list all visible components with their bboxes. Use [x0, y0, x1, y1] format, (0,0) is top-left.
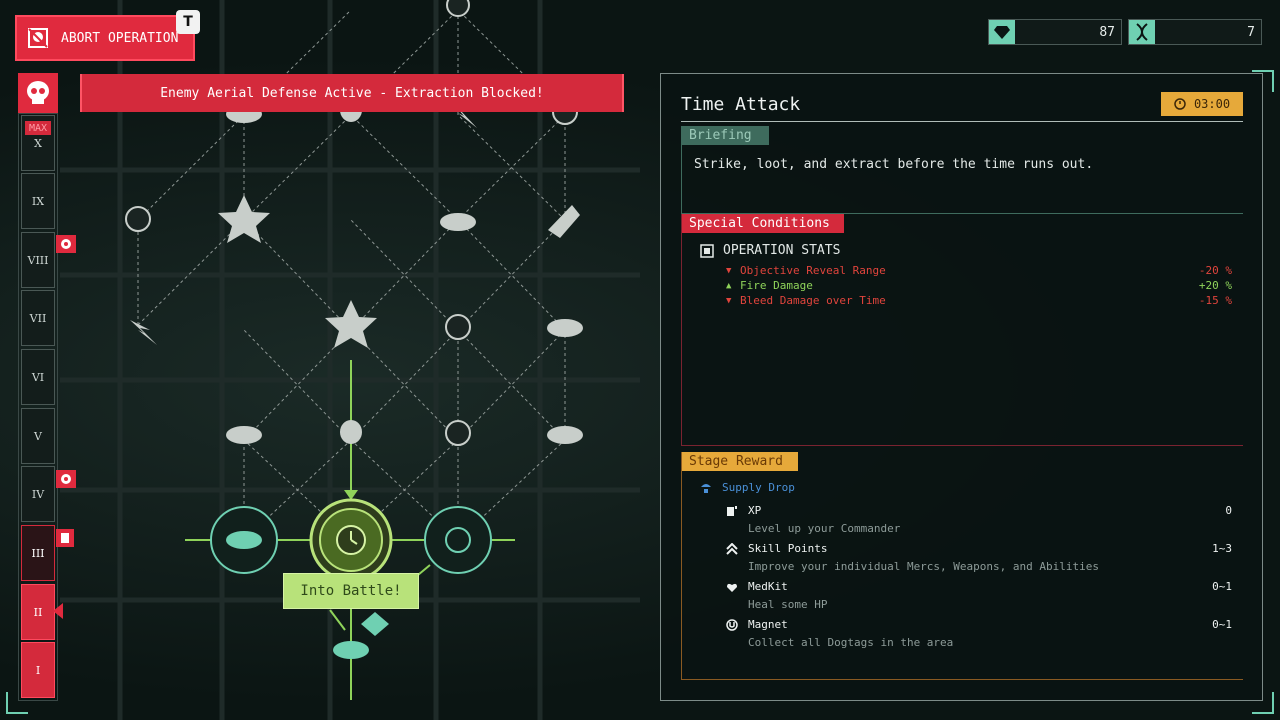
dna-count: 7: [1247, 24, 1255, 40]
reward-value: 0: [1225, 504, 1232, 517]
level-viii[interactable]: VIII: [21, 232, 55, 288]
stat-value: -15 %: [1198, 294, 1232, 307]
level-iv[interactable]: IV: [21, 466, 55, 522]
briefing-section: Briefing Strike, loot, and extract befor…: [681, 126, 1243, 214]
briefing-tag: Briefing: [682, 126, 769, 145]
abort-hotkey-badge: T: [176, 10, 200, 34]
stage-reward-section: Stage Reward Supply Drop XP 0 Level up y…: [681, 452, 1243, 680]
stage-reward-tag: Stage Reward: [682, 452, 798, 471]
reward-name: Magnet: [748, 618, 788, 631]
reward-value: 1~3: [1212, 542, 1232, 555]
reward-name: MedKit: [748, 580, 788, 593]
boss-marker-icon: [56, 235, 76, 253]
gem-count: 87: [1099, 24, 1115, 40]
stats-icon: [700, 243, 714, 258]
level-i[interactable]: I: [21, 642, 55, 698]
level-v[interactable]: V: [21, 408, 55, 464]
title-divider: [681, 121, 1243, 122]
reward-description: Level up your Commander: [748, 522, 901, 535]
level-ix[interactable]: IX: [21, 173, 55, 229]
boss-marker-icon: [56, 470, 76, 488]
medkit-icon: [726, 581, 748, 593]
decrease-arrow-icon: ▼: [726, 265, 732, 276]
reward-item: Skill Points 1~3 Improve your individual…: [726, 542, 1232, 573]
current-level-marker-icon: [53, 603, 63, 619]
supply-drop: Supply Drop: [700, 481, 795, 494]
max-tag: MAX: [25, 121, 51, 135]
level-vii[interactable]: VII: [21, 290, 55, 346]
gem-counter: 87: [988, 19, 1122, 45]
briefing-text: Strike, loot, and extract before the tim…: [694, 157, 1094, 172]
xp-icon: [726, 505, 748, 517]
timer-value: 03:00: [1193, 97, 1231, 111]
reward-item: MedKit 0~1 Heal some HP: [726, 580, 1232, 611]
frame-corner: [1252, 70, 1274, 92]
abort-operation-button[interactable]: ABORT OPERATION: [15, 15, 195, 61]
stat-row: ▼ Objective Reveal Range -20 %: [726, 264, 1232, 277]
level-ii[interactable]: II: [21, 584, 55, 640]
operation-stats-title: OPERATION STATS: [723, 243, 841, 258]
level-vi[interactable]: VI: [21, 349, 55, 405]
stat-row: ▲ Fire Damage +20 %: [726, 279, 1232, 292]
mission-panel: Time Attack 03:00 Briefing Strike, loot,…: [660, 73, 1263, 701]
reward-item: XP 0 Level up your Commander: [726, 504, 1232, 535]
stat-label: Bleed Damage over Time: [740, 294, 886, 307]
abort-icon: [25, 25, 51, 51]
reward-description: Heal some HP: [748, 598, 828, 611]
stat-label: Fire Damage: [740, 279, 813, 292]
reward-value: 0~1: [1212, 580, 1232, 593]
skull-icon: [18, 73, 58, 113]
operation-stats-header: OPERATION STATS: [700, 243, 840, 258]
reward-item: Magnet 0~1 Collect all Dogtags in the ar…: [726, 618, 1232, 649]
magnet-icon: [726, 618, 748, 631]
timer-icon: [1174, 98, 1186, 110]
stat-value: +20 %: [1198, 279, 1232, 292]
level-track: X IX VIII VII VI V IV III II I: [18, 113, 58, 701]
decrease-arrow-icon: ▼: [726, 295, 732, 306]
gem-icon: [989, 20, 1015, 44]
special-conditions-section: Special Conditions OPERATION STATS ▼ Obj…: [681, 214, 1243, 446]
mission-timer: 03:00: [1161, 92, 1243, 116]
abort-operation-label: ABORT OPERATION: [61, 30, 179, 46]
reward-description: Collect all Dogtags in the area: [748, 636, 954, 649]
level-iii[interactable]: III: [21, 525, 55, 581]
dna-counter: 7: [1128, 19, 1262, 45]
warning-banner: Enemy Aerial Defense Active - Extraction…: [80, 74, 624, 112]
stat-label: Objective Reveal Range: [740, 264, 886, 277]
supply-drop-icon: [701, 483, 711, 493]
mission-title: Time Attack: [681, 94, 801, 115]
reward-value: 0~1: [1212, 618, 1232, 631]
supply-drop-label: Supply Drop: [722, 481, 795, 494]
reward-description: Improve your individual Mercs, Weapons, …: [748, 560, 1099, 573]
reward-name: Skill Points: [748, 542, 828, 555]
frame-corner: [6, 692, 28, 714]
special-conditions-tag: Special Conditions: [682, 214, 844, 233]
increase-arrow-icon: ▲: [726, 280, 732, 291]
into-battle-button[interactable]: Into Battle!: [283, 573, 419, 609]
reward-name: XP: [748, 504, 762, 517]
frame-corner: [1252, 692, 1274, 714]
dna-icon: [1129, 20, 1155, 44]
stat-row: ▼ Bleed Damage over Time -15 %: [726, 294, 1232, 307]
event-marker-icon: [56, 529, 74, 547]
stat-value: -20 %: [1198, 264, 1232, 277]
skill-points-icon: [726, 542, 748, 555]
